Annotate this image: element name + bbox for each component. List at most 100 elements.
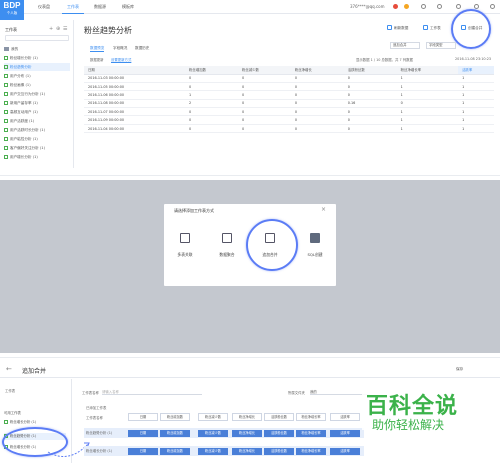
sidebar-item[interactable]: 用户增长分析 (1)	[4, 153, 70, 161]
column-header[interactable]: 活跃粉丝数	[343, 66, 397, 75]
sidebar-folder[interactable]: 我的	[4, 45, 70, 53]
watermark-subtitle: 助你轻松解决	[372, 418, 445, 432]
table-cell: 1	[458, 90, 494, 100]
nav-templates[interactable]: 模板库	[117, 0, 139, 14]
merge-field-cell[interactable]: 日期	[128, 430, 158, 437]
menu-icon[interactable]: ☰	[63, 26, 67, 32]
sidebar-item[interactable]: 粉丝增长分析 (1)	[4, 419, 66, 426]
close-icon[interactable]: ×	[321, 206, 326, 213]
sidebar-item[interactable]: 粉丝增长分析 (1)	[4, 54, 70, 62]
file-icon	[4, 419, 8, 424]
sidebar-item-label: 粉丝画像 (1)	[10, 83, 31, 87]
merge-field-cell[interactable]: 粉丝减少数	[198, 430, 228, 437]
user-email[interactable]: 376****@qq.com	[350, 4, 385, 9]
row-count: 显示数据 1 / 10 总数据，共 7 列数据	[356, 58, 413, 62]
logout-icon[interactable]	[490, 4, 495, 9]
table-cell: 1	[396, 115, 459, 125]
table-row: 2016-11-07 00:00:00 0 0 0 0 1 1	[84, 107, 494, 117]
merge-field-cell[interactable]: 日期	[128, 448, 158, 455]
nav-datasource[interactable]: 数据源	[89, 0, 111, 14]
table-cell: 0	[343, 74, 397, 83]
table-cell: 0	[185, 115, 238, 125]
column-header[interactable]: 粉丝净增长率	[396, 66, 459, 75]
merge-select[interactable]: 追加合并	[390, 42, 420, 49]
table-cell: 0	[396, 99, 459, 109]
tab-data-history[interactable]: 数据历史	[135, 44, 149, 52]
sidebar-title: 工作表	[5, 27, 17, 32]
merge-field-cell[interactable]: 粉丝增加数	[160, 448, 190, 455]
merge-field-cell[interactable]: 粉丝增加数	[160, 430, 190, 437]
sidebar-item[interactable]: 粉丝趋势分析	[4, 63, 70, 71]
sidebar-item[interactable]: 新用户留存率 (1)	[4, 99, 70, 107]
sidebar-item[interactable]: 高频互动用户 (1)	[4, 108, 70, 116]
logo-subtitle: 个人版	[6, 11, 18, 15]
sidebar-item[interactable]: 粉丝画像 (1)	[4, 81, 70, 89]
column-header[interactable]: 活跃率	[458, 66, 494, 75]
sidebar-item[interactable]: 用户活跃时长分析 (1)	[4, 126, 70, 134]
folder-select[interactable]: 我的	[310, 389, 370, 395]
update-mode-link[interactable]: 设置更新方式	[111, 57, 131, 62]
panel-worksheet: BDP 个人版 仪表盘 工作表 数据源 模板库 376****@qq.com 工…	[0, 0, 500, 168]
file-icon	[4, 136, 8, 141]
multi-table-icon[interactable]	[180, 233, 190, 243]
worksheet-icon[interactable]	[423, 25, 428, 30]
table-cell: 0	[185, 124, 238, 134]
avatar[interactable]	[393, 4, 398, 9]
merge-field-cell[interactable]: 粉丝减少数	[198, 448, 228, 455]
sidebar-item-label: 用户分布 (1)	[10, 74, 31, 78]
add-icon[interactable]: +	[49, 26, 53, 32]
merge-field-cell[interactable]: 粉丝净增长	[232, 448, 262, 455]
tab-field-overview[interactable]: 字段概况	[113, 44, 127, 52]
merge-field-cell[interactable]: 活跃粉丝数	[264, 448, 294, 455]
sidebar-item[interactable]: 用户活跃度 (1)	[4, 117, 70, 125]
message-icon[interactable]	[474, 4, 479, 9]
app-logo[interactable]: BDP 个人版	[0, 0, 24, 20]
data-update-link[interactable]: 数据更新	[90, 57, 104, 62]
column-header[interactable]: 粉丝净增长	[290, 66, 344, 75]
badge-icon[interactable]	[404, 4, 409, 9]
nav-worksheet[interactable]: 工作表	[62, 0, 84, 14]
table-cell: 0	[237, 74, 291, 83]
sidebar-item[interactable]: 用户分布 (1)	[4, 72, 70, 80]
merge-field-cell[interactable]: 活跃粉丝数	[264, 430, 294, 437]
aggregate-icon[interactable]	[222, 233, 232, 243]
save-button[interactable]: 保存	[456, 367, 463, 372]
table-cell: 0	[290, 124, 344, 134]
column-header[interactable]: 粉丝增加数	[185, 66, 238, 75]
column-header[interactable]: 粉丝减少数	[237, 66, 291, 75]
refresh-icon[interactable]	[387, 25, 392, 30]
merge-field-cell[interactable]: 粉丝净增长率	[296, 430, 326, 437]
sidebar-item[interactable]: 用户粘性分析 (1)	[4, 135, 70, 143]
sql-icon[interactable]	[310, 233, 320, 243]
option-aggregate[interactable]: 数据聚合	[211, 252, 243, 258]
column-header[interactable]: 日期	[84, 66, 186, 75]
gear-icon[interactable]	[456, 4, 461, 9]
sidebar-item-label: 用户交互行为分析 (1)	[10, 92, 45, 96]
sidebar-item-label: 新用户留存率 (1)	[10, 101, 38, 105]
sidebar-item-label: 粉丝增长分析 (1)	[10, 56, 38, 60]
sidebar-item[interactable]: 客户偏好关注分析 (1)	[4, 144, 70, 152]
sidebar-search-input[interactable]	[5, 35, 69, 41]
refresh-button[interactable]: 刷新数据	[394, 26, 408, 31]
merge-field-cell[interactable]: 粉丝净增长	[232, 430, 262, 437]
back-icon[interactable]: ←	[6, 365, 12, 373]
table-cell: 0	[237, 124, 291, 134]
option-sql[interactable]: SQL创建	[299, 252, 331, 258]
merge-field-cell[interactable]: 粉丝净增长率	[296, 448, 326, 455]
add-circle-icon[interactable]: ⊕	[56, 26, 60, 32]
worksheet-button[interactable]: 工作表	[430, 26, 441, 31]
name-label: 工作表名称	[82, 391, 99, 395]
option-multi-table[interactable]: 多表关联	[169, 252, 201, 258]
field-type-select[interactable]: 字段类型	[426, 42, 456, 49]
tab-data-preview[interactable]: 数据预览	[90, 44, 105, 52]
merge-column-header: 粉丝净增长率	[296, 413, 326, 421]
nav-dashboard[interactable]: 仪表盘	[33, 0, 55, 14]
merge-field-cell[interactable]: 活跃率	[330, 448, 360, 455]
help-icon[interactable]	[437, 4, 442, 9]
sidebar-item-label: 客户偏好关注分析 (1)	[10, 146, 45, 150]
sidebar-item[interactable]: 用户交互行为分析 (1)	[4, 90, 70, 98]
merge-field-cell[interactable]: 活跃率	[330, 430, 360, 437]
bell-icon[interactable]	[421, 4, 426, 9]
table-cell: 0	[185, 82, 238, 92]
name-input[interactable]: 请输入名称	[102, 389, 202, 395]
